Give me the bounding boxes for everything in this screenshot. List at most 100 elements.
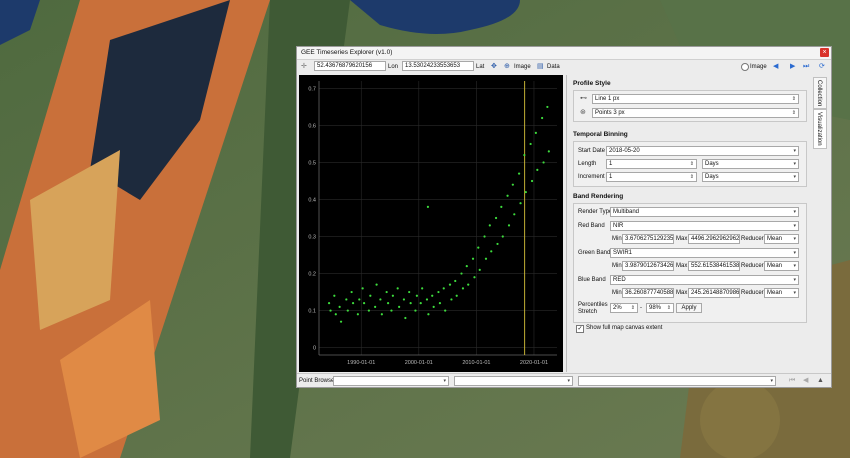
green-max-input[interactable]: 552.6153846153848 [688,261,740,271]
green-reducer-combo[interactable]: Mean ▾ [764,261,799,271]
show-extent-label: Show full map canvas extent [586,325,663,331]
data-point [408,290,411,294]
stepper-icon: ⇕ [689,174,694,180]
blue-reducer-label: Reducer [741,290,764,296]
chevron-down-icon: ▾ [793,209,796,215]
data-point [460,272,463,275]
data-point [386,302,390,305]
data-point [454,279,457,283]
data-point [329,309,332,312]
image-mode-label: Image [750,64,767,70]
percentiles-label: Percentiles Stretch [578,302,608,315]
data-point [547,150,550,153]
chevron-down-icon: ▾ [793,223,796,229]
show-extent-checkbox[interactable]: ✓ [576,325,584,333]
next-icon[interactable]: ▶ [790,62,795,71]
data-point [427,313,430,316]
data-point [542,161,545,164]
green-min-input[interactable]: 3.987901267342615 [622,261,674,271]
red-min-input[interactable]: 3.670627512923595 [622,234,674,244]
chevron-down-icon: ▾ [793,161,796,167]
x-tick-label: 2020-01-01 [520,360,548,366]
green-band-combo[interactable]: SWIR1 ▾ [610,248,799,258]
green-band-value: SWIR1 [613,250,633,256]
window-titlebar[interactable]: GEE Timeseries Explorer (v1.0) × [297,47,831,60]
data-point [529,142,532,146]
length-label: Length [578,161,597,167]
blue-reducer-combo[interactable]: Mean ▾ [764,288,799,298]
data-point [379,298,382,301]
length-input[interactable]: 1 ⇕ [606,159,697,169]
green-max-label: Max [676,263,688,269]
prev-point-icon[interactable]: ◀ [803,376,808,385]
render-type-combo[interactable]: Multiband ▾ [610,207,799,217]
point-browser-combo-1[interactable]: ▾ [333,376,449,386]
point-browser-combo-3[interactable]: ▾ [578,376,776,386]
data-point [369,294,372,297]
lon-input[interactable]: 52.4367687962015​6 [314,61,386,71]
data-point [350,290,353,294]
collapse-icon[interactable]: ▲ [817,376,824,385]
red-band-combo[interactable]: NIR ▾ [610,221,799,231]
data-point [358,298,361,301]
point-browser-combo-2[interactable]: ▾ [454,376,573,386]
prev-icon[interactable]: ◀ [773,62,778,71]
tab-collection[interactable]: Collection [813,77,827,109]
chevron-down-icon: ▾ [793,263,796,269]
move-icon[interactable]: ✥ [491,62,497,71]
refresh-icon[interactable]: ⟳ [819,62,825,71]
image-button[interactable]: Image [514,63,531,71]
blue-band-combo[interactable]: RED ▾ [610,275,799,285]
line-style-icon: ⊷ [580,95,587,102]
data-point [425,298,429,301]
length-unit-combo[interactable]: Days ▾ [702,159,799,169]
temporal-binning-title: Temporal Binning [573,131,628,138]
chevron-down-icon: ▾ [793,236,796,242]
blue-max-input[interactable]: 245.2614887098605 [688,288,740,298]
data-point [530,179,534,183]
table-icon[interactable]: ▤ [537,62,544,71]
apply-button[interactable]: Apply [676,303,702,313]
increment-unit-combo[interactable]: Days ▾ [702,172,799,182]
data-point [519,202,522,205]
y-tick-label: 0.3 [308,235,316,241]
pct-high-value: 98% [649,305,662,311]
timeseries-plot[interactable]: 0 0.1 0.2 0.3 0.4 0.5 0.6 0.7 1990-01-01 2000-01-… [299,75,563,372]
point-browser-label: Point Browser [299,378,337,384]
data-point [465,265,468,268]
increment-input[interactable]: 1 ⇕ [606,172,697,182]
data-point [494,216,498,220]
start-date-input[interactable]: 2018-05-20 ▾ [606,146,799,156]
data-point [404,316,407,320]
crosshair-icon[interactable]: ✛ [301,62,307,71]
chevron-down-icon: ▾ [793,277,796,283]
line-style-combo[interactable]: Line 1 px ⇕ [592,94,799,104]
red-band-value: NIR [613,223,624,229]
point-style-combo[interactable]: Points 3 px ⇕ [592,108,799,118]
blue-min-input[interactable]: 36.26087774058891 [622,288,674,298]
tab-visualization[interactable]: Visualization [813,109,827,149]
last-icon[interactable]: ⏭ [803,62,809,71]
start-date-label: Start Date [578,148,606,154]
data-point [356,313,359,316]
chevron-down-icon: ▾ [567,378,570,384]
data-point [455,294,458,297]
band-rendering-group: Render Type Multiband ▾ Red Band NIR ▾ Min… [573,203,807,323]
data-point [450,298,453,301]
data-button[interactable]: Data [547,63,560,71]
pct-low-input[interactable]: 2% ⇕ [610,303,638,313]
length-unit-value: Days [705,161,719,167]
x-tick-label: 2010-01-01 [462,360,490,366]
close-button[interactable]: × [820,48,829,57]
red-max-input[interactable]: 4496.296296296296 [688,234,740,244]
image-icon[interactable]: ⊕ [504,62,510,71]
y-tick-label: 0.4 [308,197,316,203]
blue-reducer-value: Mean [767,290,783,296]
image-mode-radio[interactable] [741,63,749,71]
red-reducer-combo[interactable]: Mean ▾ [764,234,799,244]
data-point [334,313,337,316]
lat-input[interactable]: 13.53024233553653 [402,61,474,71]
data-point [415,294,418,297]
pct-high-input[interactable]: 98% ⇕ [646,303,674,313]
first-icon[interactable]: ⏮ [789,376,795,385]
